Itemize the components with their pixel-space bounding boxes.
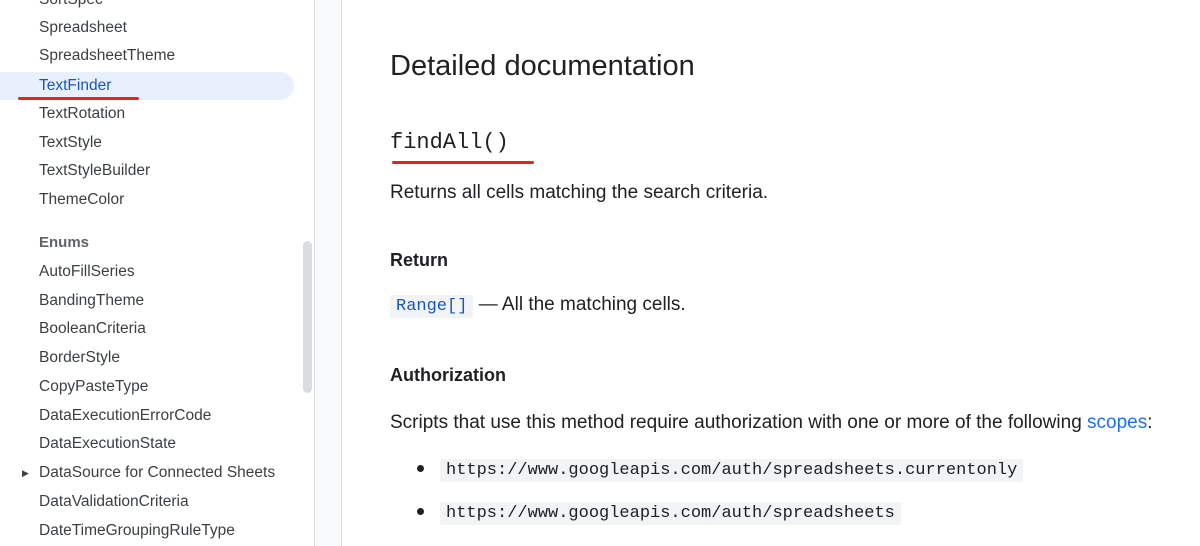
sidebar-item-datetimegroupingruletype[interactable]: DateTimeGroupingRuleType <box>0 517 294 545</box>
sidebar-item-booleancriteria[interactable]: BooleanCriteria <box>0 315 294 343</box>
scope-code: https://www.googleapis.com/auth/spreadsh… <box>440 459 1024 482</box>
scope-code: https://www.googleapis.com/auth/spreadsh… <box>440 502 901 525</box>
sidebar-item-sortspec[interactable]: SortSpec <box>0 0 294 14</box>
authorization-text: Scripts that use this method require aut… <box>390 412 1153 434</box>
authorization-suffix: : <box>1147 412 1153 433</box>
sidebar-item-label: DataSource for Connected Sheets <box>39 464 276 481</box>
authorization-description: Scripts that use this method require aut… <box>390 412 1088 433</box>
sidebar-item-spreadsheet[interactable]: Spreadsheet <box>0 14 294 42</box>
sidebar-item-themecolor[interactable]: ThemeColor <box>0 186 294 214</box>
sidebar-nav: SortSpec Spreadsheet SpreadsheetTheme Te… <box>0 0 315 546</box>
sidebar-scrollbar-thumb[interactable] <box>303 241 312 393</box>
main-content: Detailed documentation findAll() Returns… <box>342 0 1200 546</box>
scope-list-item: https://www.googleapis.com/auth/spreadsh… <box>417 459 1024 482</box>
return-heading: Return <box>390 250 448 270</box>
scopes-link[interactable]: scopes <box>1087 412 1147 433</box>
sidebar-item-datavalidationcriteria[interactable]: DataValidationCriteria <box>0 488 294 516</box>
chevron-right-icon[interactable]: ▶ <box>22 459 29 487</box>
annotation-underline-textfinder <box>18 97 139 100</box>
sidebar-item-autofillseries[interactable]: AutoFillSeries <box>0 258 294 286</box>
page-title: Detailed documentation <box>390 50 695 82</box>
sidebar-item-textfinder[interactable]: TextFinder <box>0 72 294 100</box>
return-description: — All the matching cells. <box>473 294 686 315</box>
sidebar-item-datasource-connected-sheets[interactable]: ▶ DataSource for Connected Sheets <box>0 459 294 487</box>
method-description: Returns all cells matching the search cr… <box>390 182 769 203</box>
return-type-link[interactable]: Range[] <box>390 295 474 318</box>
scope-list-item: https://www.googleapis.com/auth/spreadsh… <box>417 502 901 525</box>
sidebar-heading-enums: Enums <box>39 234 90 251</box>
sidebar-item-dataexecutionerrorcode[interactable]: DataExecutionErrorCode <box>0 402 294 430</box>
sidebar-item-copypastetype[interactable]: CopyPasteType <box>0 373 294 401</box>
sidebar-item-dataexecutionstate[interactable]: DataExecutionState <box>0 430 294 458</box>
method-signature: findAll() <box>390 130 509 155</box>
sidebar-item-textstylebuilder[interactable]: TextStyleBuilder <box>0 157 294 185</box>
bullet-icon <box>417 507 424 515</box>
sidebar-item-bandingtheme[interactable]: BandingTheme <box>0 287 294 315</box>
bullet-icon <box>417 464 424 472</box>
sidebar-item-textrotation[interactable]: TextRotation <box>0 100 294 128</box>
sidebar-item-borderstyle[interactable]: BorderStyle <box>0 344 294 372</box>
sidebar-item-spreadsheettheme[interactable]: SpreadsheetTheme <box>0 42 294 70</box>
content-gutter <box>315 0 342 546</box>
sidebar-item-textstyle[interactable]: TextStyle <box>0 129 294 157</box>
authorization-heading: Authorization <box>390 365 506 385</box>
annotation-underline-findall <box>392 161 534 164</box>
return-line: Range[] — All the matching cells. <box>390 294 686 318</box>
